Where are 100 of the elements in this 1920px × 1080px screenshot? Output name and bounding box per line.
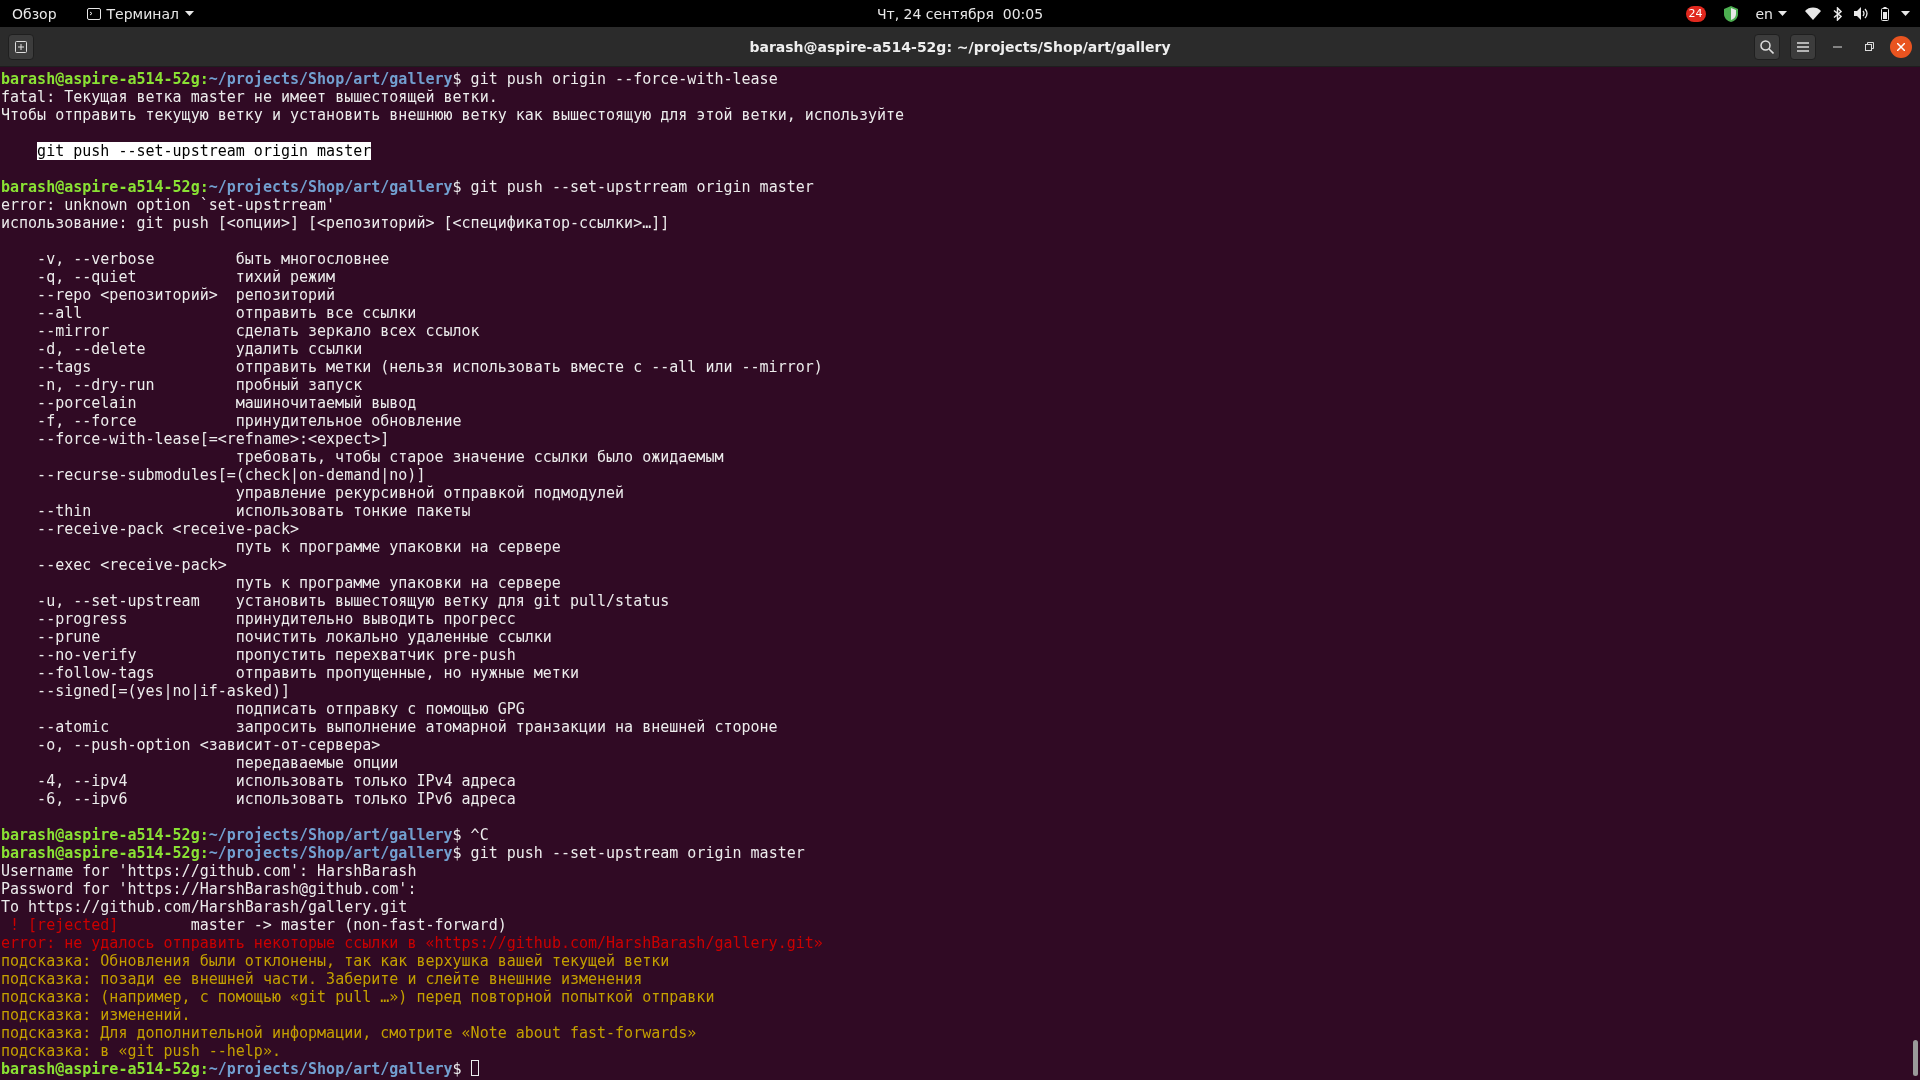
hint-text: подсказка: позади ее внешней части. Заберите и слейте внешние изменения bbox=[1, 970, 643, 988]
option-name: -q, --quiet bbox=[37, 268, 137, 286]
option-name: --progress bbox=[37, 610, 128, 628]
prompt-path: ~/projects/Shop/art/gallery bbox=[208, 826, 453, 844]
option-name: --signed[=(yes|no|if-asked)] bbox=[37, 682, 290, 700]
rejected-label: ! [rejected] bbox=[10, 916, 120, 934]
scrollbar-thumb[interactable] bbox=[1913, 1040, 1918, 1076]
output-text: To https://github.com/HarshBarash/gallery.git bbox=[1, 898, 408, 916]
window-title: barash@aspire-a514-52g: ~/projects/Shop/art/gallery bbox=[749, 38, 1171, 55]
option-name: -6, --ipv6 bbox=[37, 790, 128, 808]
option-description: репозиторий bbox=[235, 286, 336, 304]
volume-icon[interactable] bbox=[1854, 7, 1869, 20]
app-menu[interactable]: Терминал bbox=[106, 5, 179, 22]
prompt-user: barash@aspire-a514-52g: bbox=[1, 826, 209, 844]
output-text: использование: git push [<опции>] [<репозиторий> [<спецификатор-ссылки>…]] bbox=[1, 214, 670, 232]
option-description: использовать только IPv6 адреса bbox=[235, 790, 516, 808]
option-description: использовать только IPv4 адреса bbox=[235, 772, 516, 790]
selected-text: git push --set-upstream origin master bbox=[37, 142, 372, 160]
hint-text: подсказка: Обновления были отклонены, так как верхушка вашей текущей ветки bbox=[1, 952, 670, 970]
shield-icon[interactable] bbox=[1723, 5, 1738, 22]
option-name: -n, --dry-run bbox=[37, 376, 155, 394]
option-name: --tags bbox=[37, 358, 92, 376]
option-description: передаваемые опции bbox=[235, 754, 399, 772]
activities-button[interactable]: Обзор bbox=[12, 5, 57, 22]
option-name: -o, --push-option <зависит-от-сервера> bbox=[37, 736, 381, 754]
prompt-user: barash@aspire-a514-52g: bbox=[1, 844, 209, 862]
caret-icon[interactable] bbox=[184, 11, 194, 16]
option-description: требовать, чтобы старое значение ссылки было ожидаемым bbox=[235, 448, 724, 466]
option-description: машиночитаемый вывод bbox=[235, 394, 417, 412]
option-description: отправить все ссылки bbox=[235, 304, 417, 322]
output-text: master -> master (non-fast-forward) bbox=[190, 916, 507, 934]
bluetooth-icon[interactable] bbox=[1833, 6, 1842, 21]
option-name: --porcelain bbox=[37, 394, 137, 412]
option-description: путь к программе упаковки на сервере bbox=[235, 538, 561, 556]
option-name: --thin bbox=[37, 502, 92, 520]
prompt-path: ~/projects/Shop/art/gallery bbox=[208, 1060, 453, 1078]
option-name: -f, --force bbox=[37, 412, 137, 430]
option-description: тихий режим bbox=[235, 268, 336, 286]
keyboard-layout-menu[interactable]: en bbox=[1755, 5, 1773, 22]
option-description: установить вышестоящую ветку для git pull/status bbox=[235, 592, 670, 610]
option-description: отправить пропущенные, но нужные метки bbox=[235, 664, 579, 682]
option-name: -v, --verbose bbox=[37, 250, 155, 268]
minimize-icon bbox=[1832, 45, 1842, 48]
prompt-path: ~/projects/Shop/art/gallery bbox=[208, 844, 453, 862]
command-text: $ git push --set-upstream origin master bbox=[452, 844, 805, 862]
option-description: подписать отправку с помощью GPG bbox=[235, 700, 525, 718]
hint-text: подсказка: в «git push --help». bbox=[1, 1042, 281, 1060]
option-name: -4, --ipv4 bbox=[37, 772, 128, 790]
caret-icon[interactable] bbox=[1901, 11, 1910, 16]
option-name: --receive-pack <receive-pack> bbox=[37, 520, 299, 538]
command-text: $ ^C bbox=[452, 826, 489, 844]
error-text: error: не удалось отправить некоторые ссылки в «https://github.com/HarshBarash/gallery.git» bbox=[1, 934, 823, 952]
close-icon bbox=[1897, 42, 1905, 51]
prompt-user: barash@aspire-a514-52g: bbox=[1, 1060, 209, 1078]
option-description: принудительное обновление bbox=[235, 412, 462, 430]
command-text: $ git push --set-upstrream origin master bbox=[452, 178, 814, 196]
output-text: Password for 'https://HarshBarash@github.com': bbox=[1, 880, 417, 898]
option-description: удалить ссылки bbox=[235, 340, 363, 358]
hint-text: подсказка: изменений. bbox=[1, 1006, 191, 1024]
search-button[interactable] bbox=[1754, 33, 1780, 60]
option-name: --prune bbox=[37, 628, 101, 646]
close-button[interactable] bbox=[1890, 35, 1912, 58]
hint-text: подсказка: Для дополнительной информации, смотрите «Note about fast-forwards» bbox=[1, 1024, 697, 1042]
option-description: запросить выполнение атомарной транзакции на внешней стороне bbox=[235, 718, 778, 736]
new-tab-button[interactable] bbox=[8, 33, 34, 60]
search-icon bbox=[1760, 39, 1774, 54]
prompt-path: ~/projects/Shop/art/gallery bbox=[208, 178, 453, 196]
option-description: быть многословнее bbox=[235, 250, 390, 268]
output-text: Username for 'https://github.com': HarshBarash bbox=[1, 862, 417, 880]
option-name: --follow-tags bbox=[37, 664, 155, 682]
prompt-user: barash@aspire-a514-52g: bbox=[1, 70, 209, 88]
menu-button[interactable] bbox=[1790, 33, 1816, 60]
restore-icon bbox=[1864, 42, 1874, 51]
option-description: путь к программе упаковки на сервере bbox=[235, 574, 561, 592]
output-text: fatal: Текущая ветка master не имеет вышестоящей ветки. bbox=[1, 88, 498, 106]
option-name: --repo <репозиторий> bbox=[37, 286, 218, 304]
option-name: --exec <receive-pack> bbox=[37, 556, 227, 574]
option-name: --atomic bbox=[37, 718, 110, 736]
notification-badge[interactable]: 24 bbox=[1685, 5, 1706, 22]
clock[interactable]: Чт, 24 сентября 00:05 bbox=[876, 5, 1044, 22]
option-name: --mirror bbox=[37, 322, 110, 340]
command-text: $ git push origin --force-with-lease bbox=[452, 70, 778, 88]
option-description: отправить метки (нельзя использовать вместе с --all или --mirror) bbox=[235, 358, 823, 376]
option-description: использовать тонкие пакеты bbox=[235, 502, 471, 520]
option-name: --no-verify bbox=[37, 646, 137, 664]
option-name: --recurse-submodules[=(check|on-demand|no)] bbox=[37, 466, 426, 484]
option-name: -d, --delete bbox=[37, 340, 146, 358]
caret-icon[interactable] bbox=[1778, 11, 1787, 16]
option-description: принудительно выводить прогресс bbox=[235, 610, 516, 628]
menu-icon bbox=[1797, 41, 1809, 52]
prompt-user: barash@aspire-a514-52g: bbox=[1, 178, 209, 196]
terminal-icon bbox=[86, 7, 101, 20]
option-description: почистить локально удаленные ссылки bbox=[235, 628, 552, 646]
prompt-path: ~/projects/Shop/art/gallery bbox=[208, 70, 453, 88]
option-name: --force-with-lease[=<refname>:<expect>] bbox=[37, 430, 390, 448]
option-description: сделать зеркало всех ссылок bbox=[235, 322, 480, 340]
wifi-icon[interactable] bbox=[1805, 7, 1821, 20]
battery-icon[interactable] bbox=[1881, 6, 1889, 21]
option-description: пробный запуск bbox=[235, 376, 363, 394]
plus-icon bbox=[15, 40, 27, 53]
